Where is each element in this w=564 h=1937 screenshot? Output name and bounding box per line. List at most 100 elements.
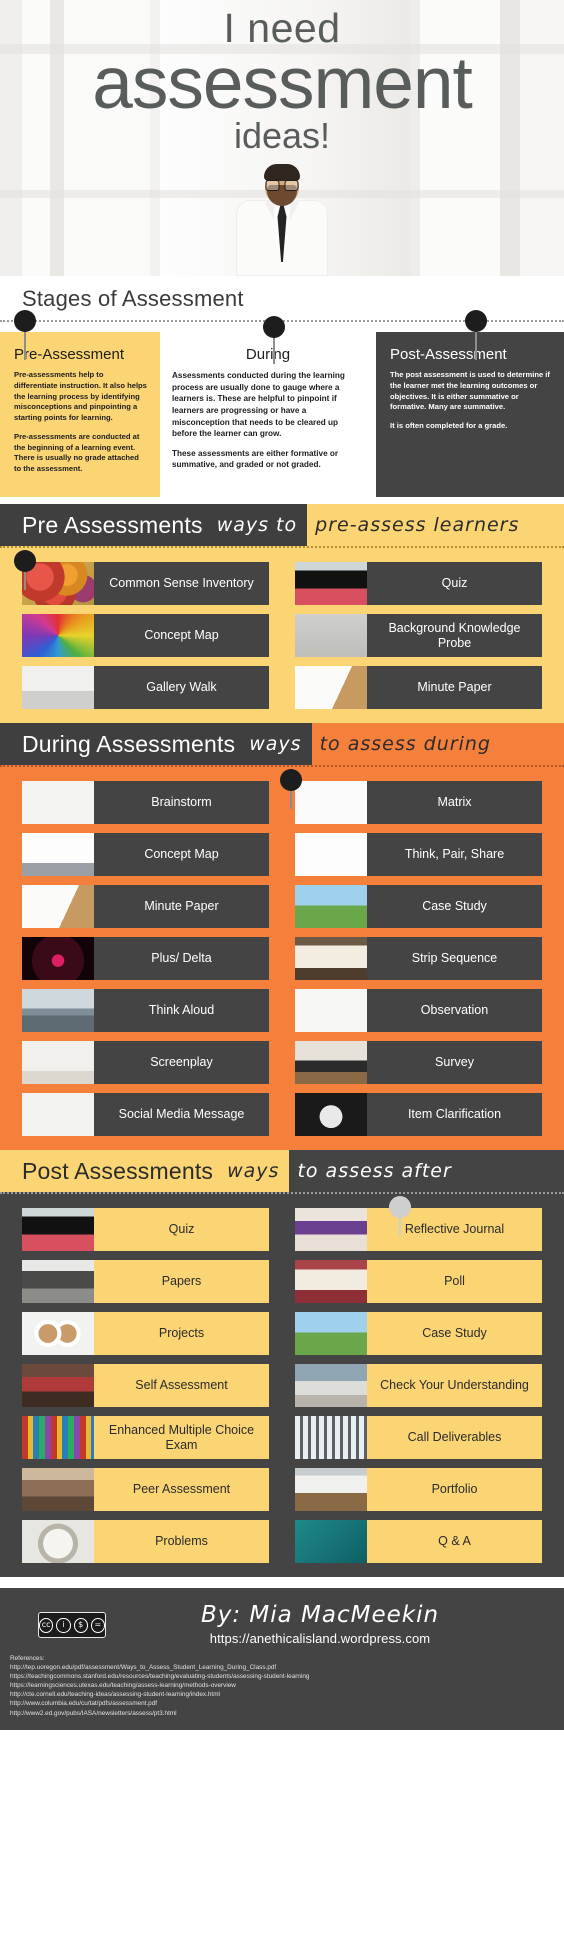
stage-card-during: During Assessments conducted during the …: [160, 332, 376, 498]
reference-link[interactable]: http://www.columbia.edu/cu/tat/pdfs/asse…: [10, 1699, 564, 1708]
stage-paragraph: Pre-assessments help to differentiate in…: [14, 370, 147, 423]
reference-link[interactable]: https://learningsciences.utexas.edu/teac…: [10, 1681, 564, 1690]
laptop-table-photo-icon: [295, 1468, 367, 1511]
stage-heading: Pre-Assessment: [14, 346, 125, 363]
students-photo-icon: [22, 1468, 94, 1511]
footer-divider: [0, 1577, 564, 1588]
list-item-label: Portfolio: [367, 1468, 542, 1511]
reference-link[interactable]: http://www2.ed.gov/pubs/IASA/newsletters…: [10, 1709, 564, 1718]
list-item-label: Quiz: [367, 562, 542, 605]
stage-paragraph: Pre-assessments are conducted at the beg…: [14, 431, 140, 474]
infographic-page: I need assessment ideas! Stages of Asses…: [0, 0, 564, 1937]
list-item-label: Screenplay: [94, 1041, 269, 1084]
list-item[interactable]: Common Sense Inventory: [22, 562, 269, 605]
footer-byline-row: cc i $ = By: Mia MacMeekin https://anethica…: [0, 1588, 564, 1646]
list-item[interactable]: Minute Paper: [295, 666, 542, 709]
list-item[interactable]: Self Assessment: [22, 1364, 269, 1407]
snow-forest-photo-icon: [295, 1416, 367, 1459]
list-item[interactable]: Gallery Walk: [22, 666, 269, 709]
reference-link[interactable]: https://teachingcommons.stanford.edu/res…: [10, 1672, 564, 1681]
alarm-clock-photo-icon: [22, 1520, 94, 1563]
list-item-label: Projects: [94, 1312, 269, 1355]
glasses-icon: [265, 180, 299, 191]
list-item[interactable]: Poll: [295, 1260, 542, 1303]
author-website[interactable]: https://anethicalisland.wordpress.com: [76, 1631, 564, 1646]
bookshelf-photo-icon: [22, 1416, 94, 1459]
list-item[interactable]: Think Aloud: [22, 989, 269, 1032]
list-item[interactable]: Think, Pair, Share: [295, 833, 542, 876]
stages-columns: Pre-Assessment Pre-assessments help to d…: [0, 332, 564, 498]
timeline-stem-pre: [24, 328, 26, 360]
presenter-photo: [234, 164, 330, 276]
list-item-label: Item Clarification: [367, 1093, 542, 1136]
teal-abstract-photo-icon: [295, 1520, 367, 1563]
section-script-outside: to assess during: [319, 733, 491, 755]
list-item[interactable]: Portfolio: [295, 1468, 542, 1511]
lightbulb-sketch-icon: [295, 833, 367, 876]
list-item-label: Poll: [367, 1260, 542, 1303]
stage-heading: Post-Assessment: [390, 346, 507, 363]
section-divider-dots: [0, 546, 564, 548]
list-item-label: Case Study: [367, 885, 542, 928]
list-item[interactable]: Strip Sequence: [295, 937, 542, 980]
blank-white-photo-icon: [295, 781, 367, 824]
pen-desk-photo-icon: [22, 1260, 94, 1303]
timeline-node-during: [263, 316, 285, 338]
list-item[interactable]: Item Clarification: [295, 1093, 542, 1136]
list-item-label: Case Study: [367, 1312, 542, 1355]
list-item[interactable]: Enhanced Multiple Choice Exam: [22, 1416, 269, 1459]
list-item-label: Plus/ Delta: [94, 937, 269, 980]
gallery-photo-icon: [22, 666, 94, 709]
list-item[interactable]: Peer Assessment: [22, 1468, 269, 1511]
list-item[interactable]: Background Knowledge Probe: [295, 614, 542, 657]
question-mark-photo-icon: [22, 781, 94, 824]
list-item[interactable]: Check Your Understanding: [295, 1364, 542, 1407]
person-lake-photo-icon: [22, 989, 94, 1032]
list-item-label: Problems: [94, 1520, 269, 1563]
list-item-label: Call Deliverables: [367, 1416, 542, 1459]
list-item[interactable]: Social Media Message: [22, 1093, 269, 1136]
list-item[interactable]: Matrix: [295, 781, 542, 824]
list-item[interactable]: Survey: [295, 1041, 542, 1084]
list-item-label: Strip Sequence: [367, 937, 542, 980]
stages-section: Stages of Assessment Pre-Assessment Pre-…: [0, 276, 564, 504]
hero-title-line-3: ideas!: [233, 115, 331, 156]
list-item[interactable]: Observation: [295, 989, 542, 1032]
list-item[interactable]: Reflective Journal: [295, 1208, 542, 1251]
list-item[interactable]: Concept Map: [22, 614, 269, 657]
list-item[interactable]: Call Deliverables: [295, 1416, 542, 1459]
post-assessment-item-grid: Quiz Reflective Journal Papers Poll Proj…: [0, 1194, 564, 1563]
list-item[interactable]: Brainstorm: [22, 781, 269, 824]
section-title: During Assessments: [22, 730, 236, 757]
list-item[interactable]: Case Study: [295, 885, 542, 928]
list-item[interactable]: Quiz: [22, 1208, 269, 1251]
footer-credit: By: Mia MacMeekin https://anethicalislan…: [76, 1602, 564, 1646]
list-item-label: Concept Map: [94, 833, 269, 876]
reference-link[interactable]: http://cte.cornell.edu/teaching-ideas/as…: [10, 1690, 564, 1699]
stages-title: Stages of Assessment: [22, 286, 244, 311]
list-item[interactable]: Plus/ Delta: [22, 937, 269, 980]
section-banner-plate: Post Assessments ways: [0, 1150, 290, 1192]
timeline-stem-during: [273, 334, 275, 364]
reference-link[interactable]: http://tep.uoregon.edu/pdf/assessment/Wa…: [10, 1663, 564, 1672]
list-item[interactable]: Papers: [22, 1260, 269, 1303]
laptop-desk-photo-icon: [295, 1041, 367, 1084]
list-item[interactable]: Case Study: [295, 1312, 542, 1355]
list-item[interactable]: Q & A: [295, 1520, 542, 1563]
list-item-label: Observation: [367, 989, 542, 1032]
list-item-label: Background Knowledge Probe: [367, 614, 542, 657]
list-item[interactable]: Quiz: [295, 562, 542, 605]
list-item[interactable]: Screenplay: [22, 1041, 269, 1084]
list-item[interactable]: Projects: [22, 1312, 269, 1355]
payphones-photo-icon: [295, 614, 367, 657]
list-item-label: Quiz: [94, 1208, 269, 1251]
list-item[interactable]: Problems: [22, 1520, 269, 1563]
list-item[interactable]: Minute Paper: [22, 885, 269, 928]
timeline-stem-post: [475, 328, 477, 360]
pen-paper-photo-icon: [295, 666, 367, 709]
list-item[interactable]: Concept Map: [22, 833, 269, 876]
coffee-cups-photo-icon: [22, 1312, 94, 1355]
section-banner-plate: During Assessments ways: [0, 723, 312, 765]
palm-trees-photo-icon: [22, 1041, 94, 1084]
section-banner: Post Assessments ways to assess after: [0, 1150, 564, 1192]
